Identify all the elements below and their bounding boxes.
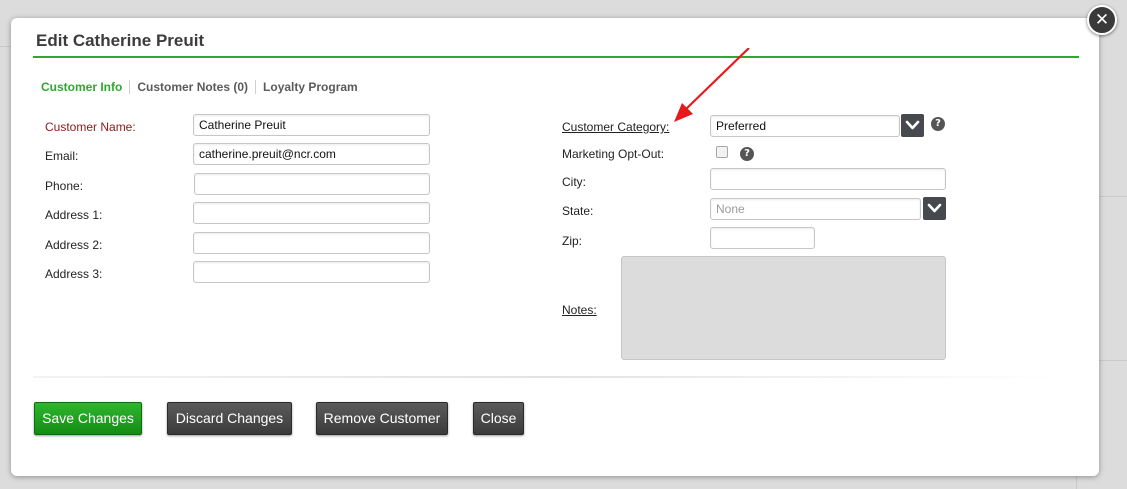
email-label: Email: xyxy=(45,149,79,163)
backdrop-divider xyxy=(1099,360,1127,361)
marketing-opt-out-label: Marketing Opt-Out: xyxy=(562,147,665,161)
close-icon: ✕ xyxy=(1094,10,1110,30)
edit-customer-dialog: Edit Catherine Preuit Customer Info Cust… xyxy=(11,18,1099,476)
discard-changes-button[interactable]: Discard Changes xyxy=(167,402,292,435)
zip-label: Zip: xyxy=(562,234,583,248)
customer-category-label[interactable]: Customer Category: xyxy=(562,120,669,134)
red-arrow-annotation xyxy=(674,48,750,122)
notes-textarea[interactable] xyxy=(621,256,946,360)
address-1-label: Address 1: xyxy=(45,208,103,222)
address-2-label: Address 2: xyxy=(45,238,103,252)
city-label: City: xyxy=(562,175,586,189)
customer-category-dropdown-button[interactable] xyxy=(901,114,924,137)
chevron-down-icon xyxy=(927,203,942,213)
address-2-input[interactable] xyxy=(193,232,430,254)
footer-divider xyxy=(33,376,1057,378)
close-button[interactable]: Close xyxy=(473,402,524,435)
email-input[interactable]: catherine.preuit@ncr.com xyxy=(193,143,430,165)
backdrop-divider xyxy=(1099,196,1127,197)
customer-category-help-icon[interactable]: ? xyxy=(931,117,945,131)
state-select[interactable]: None xyxy=(710,198,921,220)
tab-customer-info[interactable]: Customer Info xyxy=(41,80,129,94)
backdrop-scroll-edge xyxy=(1076,476,1077,489)
phone-input[interactable] xyxy=(194,173,430,195)
close-dialog-button[interactable]: ✕ xyxy=(1087,5,1117,35)
title-divider xyxy=(33,56,1079,58)
notes-label: Notes: xyxy=(562,303,597,317)
save-changes-button[interactable]: Save Changes xyxy=(34,402,142,435)
customer-name-label: Customer Name: xyxy=(45,120,136,134)
tab-bar: Customer Info Customer Notes (0) Loyalty… xyxy=(41,80,365,94)
city-input[interactable] xyxy=(710,168,946,190)
address-3-input[interactable] xyxy=(193,261,430,283)
address-1-input[interactable] xyxy=(193,202,430,224)
state-dropdown-button[interactable] xyxy=(923,197,946,220)
dialog-title: Edit Catherine Preuit xyxy=(36,31,205,50)
backdrop-divider xyxy=(0,46,11,47)
tab-loyalty-program[interactable]: Loyalty Program xyxy=(255,80,365,94)
marketing-opt-out-checkbox[interactable] xyxy=(716,146,728,158)
zip-input[interactable] xyxy=(710,227,815,249)
tab-customer-notes[interactable]: Customer Notes (0) xyxy=(129,80,255,94)
state-label: State: xyxy=(562,204,594,218)
address-3-label: Address 3: xyxy=(45,267,103,281)
customer-name-input[interactable]: Catherine Preuit xyxy=(193,114,430,136)
marketing-opt-out-help-icon[interactable]: ? xyxy=(740,147,754,161)
phone-label: Phone: xyxy=(45,179,84,193)
chevron-down-icon xyxy=(905,120,920,130)
remove-customer-button[interactable]: Remove Customer xyxy=(316,402,448,435)
